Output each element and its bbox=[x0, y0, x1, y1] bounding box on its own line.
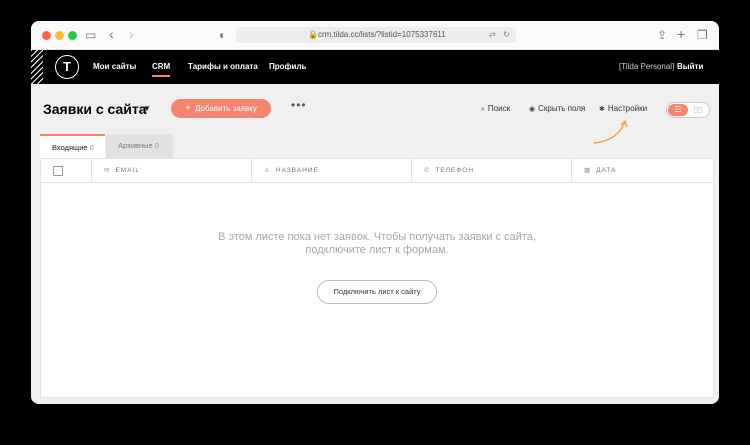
forward-arrow-icon[interactable]: › bbox=[129, 27, 134, 41]
annotation-arrow-icon bbox=[593, 119, 628, 144]
tab-archived-count: 0 bbox=[154, 141, 159, 150]
add-request-button[interactable]: + Добавить заявку bbox=[171, 99, 271, 118]
calendar-icon: ▦ bbox=[584, 167, 592, 174]
nav-tariffs[interactable]: Тарифы и оплата bbox=[188, 62, 258, 71]
column-phone[interactable]: ✆ ТЕЛЕФОН bbox=[411, 159, 572, 182]
column-date-label: ДАТА bbox=[596, 167, 617, 174]
share-icon[interactable]: ⇪ bbox=[657, 27, 667, 43]
tabs-overview-icon[interactable]: ❐ bbox=[697, 27, 708, 43]
envelope-icon: ✉ bbox=[104, 167, 111, 174]
main-content: Заявки с сайта ▼ + Добавить заявку ••• ⌕ П… bbox=[31, 84, 719, 404]
new-tab-icon[interactable]: + bbox=[677, 27, 685, 41]
add-request-label: Добавить заявку bbox=[194, 104, 257, 113]
browser-titlebar: ▭ ‹ › ◐ 🔒 crm.tilda.cc/lists/?listid=107… bbox=[31, 21, 719, 50]
settings-label: Настройки bbox=[607, 104, 648, 113]
address-url: crm.tilda.cc/lists/?listid=1075337611 bbox=[318, 30, 446, 39]
title-dropdown-icon[interactable]: ▼ bbox=[143, 104, 151, 113]
lock-icon: 🔒 bbox=[308, 30, 318, 39]
minimize-window-button[interactable] bbox=[55, 31, 64, 40]
gear-icon: ✱ bbox=[599, 106, 605, 113]
column-name[interactable]: ♙ НАЗВАНИЕ bbox=[251, 159, 412, 182]
address-bar[interactable]: 🔒 crm.tilda.cc/lists/?listid=1075337611 … bbox=[236, 27, 516, 43]
zoom-window-button[interactable] bbox=[68, 31, 77, 40]
column-name-label: НАЗВАНИЕ bbox=[275, 167, 319, 174]
browser-window: ▭ ‹ › ◐ 🔒 crm.tilda.cc/lists/?listid=107… bbox=[31, 21, 719, 404]
table-header: ✉ EMAIL ♙ НАЗВАНИЕ ✆ ТЕЛЕФОН ▦ ДАТА bbox=[41, 159, 713, 183]
tab-incoming-label: Входящие bbox=[52, 143, 88, 152]
tilda-logo[interactable]: T bbox=[55, 55, 79, 79]
plus-icon: + bbox=[185, 103, 191, 114]
tab-archived-label: Архивные bbox=[118, 141, 153, 150]
requests-table: ✉ EMAIL ♙ НАЗВАНИЕ ✆ ТЕЛЕФОН ▦ ДАТА В этом л… bbox=[40, 158, 714, 398]
eye-icon: ◉ bbox=[529, 106, 536, 113]
account-plan: [Tilda Personal] bbox=[619, 62, 675, 71]
list-view-icon[interactable]: ☰ bbox=[668, 104, 688, 116]
empty-state-line-2: подключите лист к формам. bbox=[305, 244, 449, 256]
tab-archived[interactable]: Архивные 0 bbox=[106, 134, 173, 158]
logout-link[interactable]: Выйти bbox=[677, 62, 703, 71]
close-window-button[interactable] bbox=[42, 31, 51, 40]
privacy-shield-icon[interactable]: ◐ bbox=[219, 27, 226, 43]
nav-my-sites[interactable]: Мои сайты bbox=[93, 62, 136, 71]
column-date[interactable]: ▦ ДАТА bbox=[571, 159, 713, 182]
search-icon: ⌕ bbox=[481, 106, 485, 113]
sidebar-toggle-icon[interactable]: ▭ bbox=[85, 27, 96, 43]
hide-fields-label: Скрыть поля bbox=[538, 104, 586, 113]
back-arrow-icon[interactable]: ‹ bbox=[109, 27, 114, 41]
column-phone-label: ТЕЛЕФОН bbox=[435, 167, 475, 174]
empty-state-message: В этом листе пока нет заявок. Чтобы полу… bbox=[41, 231, 713, 257]
column-email[interactable]: ✉ EMAIL bbox=[91, 159, 252, 182]
select-all-checkbox[interactable] bbox=[53, 166, 63, 176]
settings-button[interactable]: ✱ Настройки bbox=[599, 104, 647, 113]
column-email-label: EMAIL bbox=[115, 167, 140, 174]
person-icon: ♙ bbox=[264, 167, 271, 174]
connect-list-button[interactable]: Подключить лист к сайту bbox=[317, 280, 437, 304]
page-title[interactable]: Заявки с сайта bbox=[43, 101, 147, 117]
tab-incoming[interactable]: Входящие 0 bbox=[40, 134, 105, 160]
site-navbar: T Мои сайты CRM Тарифы и оплата Профиль … bbox=[31, 50, 719, 84]
translate-icon[interactable]: ⇄ bbox=[489, 27, 496, 43]
nav-profile[interactable]: Профиль bbox=[269, 62, 306, 71]
grid-view-icon[interactable]: ▯▯ bbox=[689, 104, 707, 116]
nav-crm[interactable]: CRM bbox=[152, 62, 171, 77]
hide-fields-button[interactable]: ◉ Скрыть поля bbox=[529, 104, 585, 113]
view-toggle[interactable]: ☰ ▯▯ bbox=[666, 102, 710, 118]
search-label: Поиск bbox=[487, 104, 511, 113]
reload-icon[interactable]: ↻ bbox=[503, 27, 510, 43]
search-button[interactable]: ⌕ Поиск bbox=[481, 104, 510, 114]
empty-state-line-1: В этом листе пока нет заявок. Чтобы полу… bbox=[218, 231, 536, 243]
more-options-icon[interactable]: ••• bbox=[291, 98, 307, 112]
tab-incoming-count: 0 bbox=[89, 143, 94, 152]
phone-icon: ✆ bbox=[424, 167, 431, 174]
decorative-stripes bbox=[31, 50, 43, 84]
